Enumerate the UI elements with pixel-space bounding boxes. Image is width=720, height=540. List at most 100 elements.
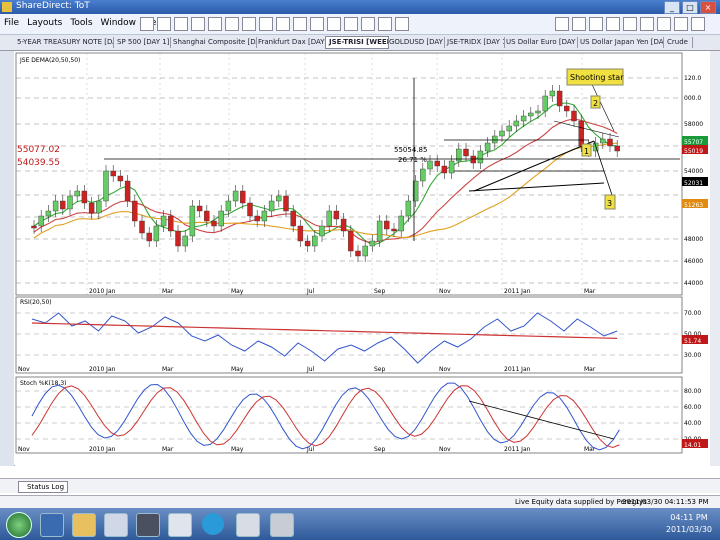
menu-tools[interactable]: Tools [70,18,92,28]
chart-svg[interactable]: JSE DEMA(20,50,50) 55077.02 54039.55 550… [14,51,710,465]
rsi-panel-frame [15,296,683,374]
window-title: ShareDirect: ToT [16,1,90,11]
price-x-tick: Mar [162,288,174,295]
start-button-icon[interactable] [6,512,32,538]
candle [513,120,520,127]
bell-icon[interactable] [657,17,671,31]
menu-layouts[interactable]: Layouts [27,18,62,28]
menu-bar: File Layouts Tools Window Help [0,14,720,35]
price-y-tick: 52031 [684,180,703,187]
cursor-icon[interactable] [640,17,654,31]
draw-icon[interactable] [555,17,569,31]
candle [160,215,167,227]
status-log-tab[interactable]: Status Log [18,481,68,493]
candle [600,138,606,144]
candle [348,230,354,252]
candle [542,95,548,112]
save-icon[interactable] [174,17,188,31]
menu-file[interactable]: File [4,18,19,28]
tab-usd-yen[interactable]: US Dollar Japan Yen [DAY 1] [577,37,664,48]
pen-icon[interactable] [606,17,620,31]
candle [146,232,152,242]
sharedirect-icon[interactable] [236,513,260,537]
fib-tool-icon[interactable] [361,17,375,31]
app-icon-2[interactable] [168,513,192,537]
clock-date: 2011/03/30 [665,525,712,534]
rsi-x-axis: Nov 2010 Jan Mar May Jul Sep Nov 2011 Jan Mar [18,366,596,373]
channel-icon[interactable] [572,17,586,31]
stoch-x-tick: Jul [306,446,315,453]
zoom-out-icon[interactable] [225,17,239,31]
candle [67,195,73,210]
settings-icon[interactable] [327,17,341,31]
tab-goldusd[interactable]: GOLDUSD [DAY 1] [386,37,445,48]
tab-jse-trisi[interactable]: JSE-TRISI [WEEK 1] [325,36,389,49]
taskbar-clock: 04:11 PM 2011/03/30 [666,512,712,536]
camera-icon[interactable] [378,17,392,31]
tab-5yr-treasury[interactable]: 5-YEAR TREASURY NOTE [DAY 1] [14,37,114,48]
scroll-icon[interactable] [674,17,688,31]
sharedirect-icon-2[interactable] [270,513,294,537]
minimize-icon[interactable]: _ [664,1,680,14]
erase-icon[interactable] [623,17,637,31]
tab-frankfurt-dax[interactable]: Frankfurt Dax [DAY 1] [255,37,327,48]
rsi-x-tick: May [231,366,244,373]
grid-icon[interactable] [276,17,290,31]
tab-jse-tridx[interactable]: JSE-TRIDX [DAY 1] [444,37,505,48]
crosshair-icon[interactable] [242,17,256,31]
rsi-y-tick: 30.00 [684,352,701,359]
candle [81,190,88,204]
open-icon[interactable] [157,17,171,31]
candle [196,205,203,212]
stoch-y-axis: 80.0060.0040.0020.0014.01 [682,388,708,449]
close-icon[interactable]: × [700,1,716,14]
tab-sp500[interactable]: SP 500 [DAY 1] [114,37,171,48]
tab-crude[interactable]: Crude [664,37,693,48]
price-panel-header: JSE DEMA(20,50,50) [19,57,80,64]
rsi-x-tick: Nov [18,366,30,373]
candle [304,240,311,247]
new-chart-icon[interactable] [140,17,154,31]
candle [376,220,383,242]
candle [333,210,340,220]
candle [319,225,325,237]
candle [441,165,448,174]
candle [607,138,613,147]
status-timestamp: 2011/03/30 04:11:53 PM [622,498,709,506]
stoch-x-tick: Mar [162,446,174,453]
status-tabs: Status Log [0,478,720,493]
media-icon[interactable] [104,513,128,537]
maximize-icon[interactable]: □ [682,1,698,14]
tab-usd-euro[interactable]: US Dollar Euro [DAY 1] [503,37,578,48]
indicator-icon[interactable] [293,17,307,31]
candle [117,175,124,182]
ie-icon[interactable] [40,513,64,537]
candle [283,195,289,212]
text-tool-icon[interactable] [344,17,358,31]
tab-shanghai[interactable]: Shanghai Composite [DAY 1] [170,37,257,48]
readout-value: 55054.85 [394,146,427,154]
trend-icon[interactable] [395,17,409,31]
folder-icon[interactable] [72,513,96,537]
candle [492,135,498,144]
rsi-x-tick: Mar [584,366,596,373]
print-icon[interactable] [191,17,205,31]
candle [204,210,210,222]
rsi-x-tick: Nov [439,366,451,373]
candle [564,105,570,112]
app-icon-1[interactable] [136,513,160,537]
skype-icon[interactable] [202,513,224,535]
arrow-icon[interactable] [589,17,603,31]
cash-icon[interactable] [691,17,705,31]
candle [211,220,217,227]
zoom-in-icon[interactable] [208,17,222,31]
layout-icon[interactable] [310,17,324,31]
chart-area[interactable]: JSE DEMA(20,50,50) 55077.02 54039.55 550… [14,51,710,465]
candle [132,200,138,222]
menu-window[interactable]: Window [101,18,137,28]
annotation-1: 1 [581,143,592,157]
rsi-x-tick: Sep [374,366,386,373]
window-title-bar: ShareDirect: ToT _ □ × [0,0,720,14]
line-tool-icon[interactable] [259,17,273,31]
price-x-tick: Nov [439,288,451,295]
